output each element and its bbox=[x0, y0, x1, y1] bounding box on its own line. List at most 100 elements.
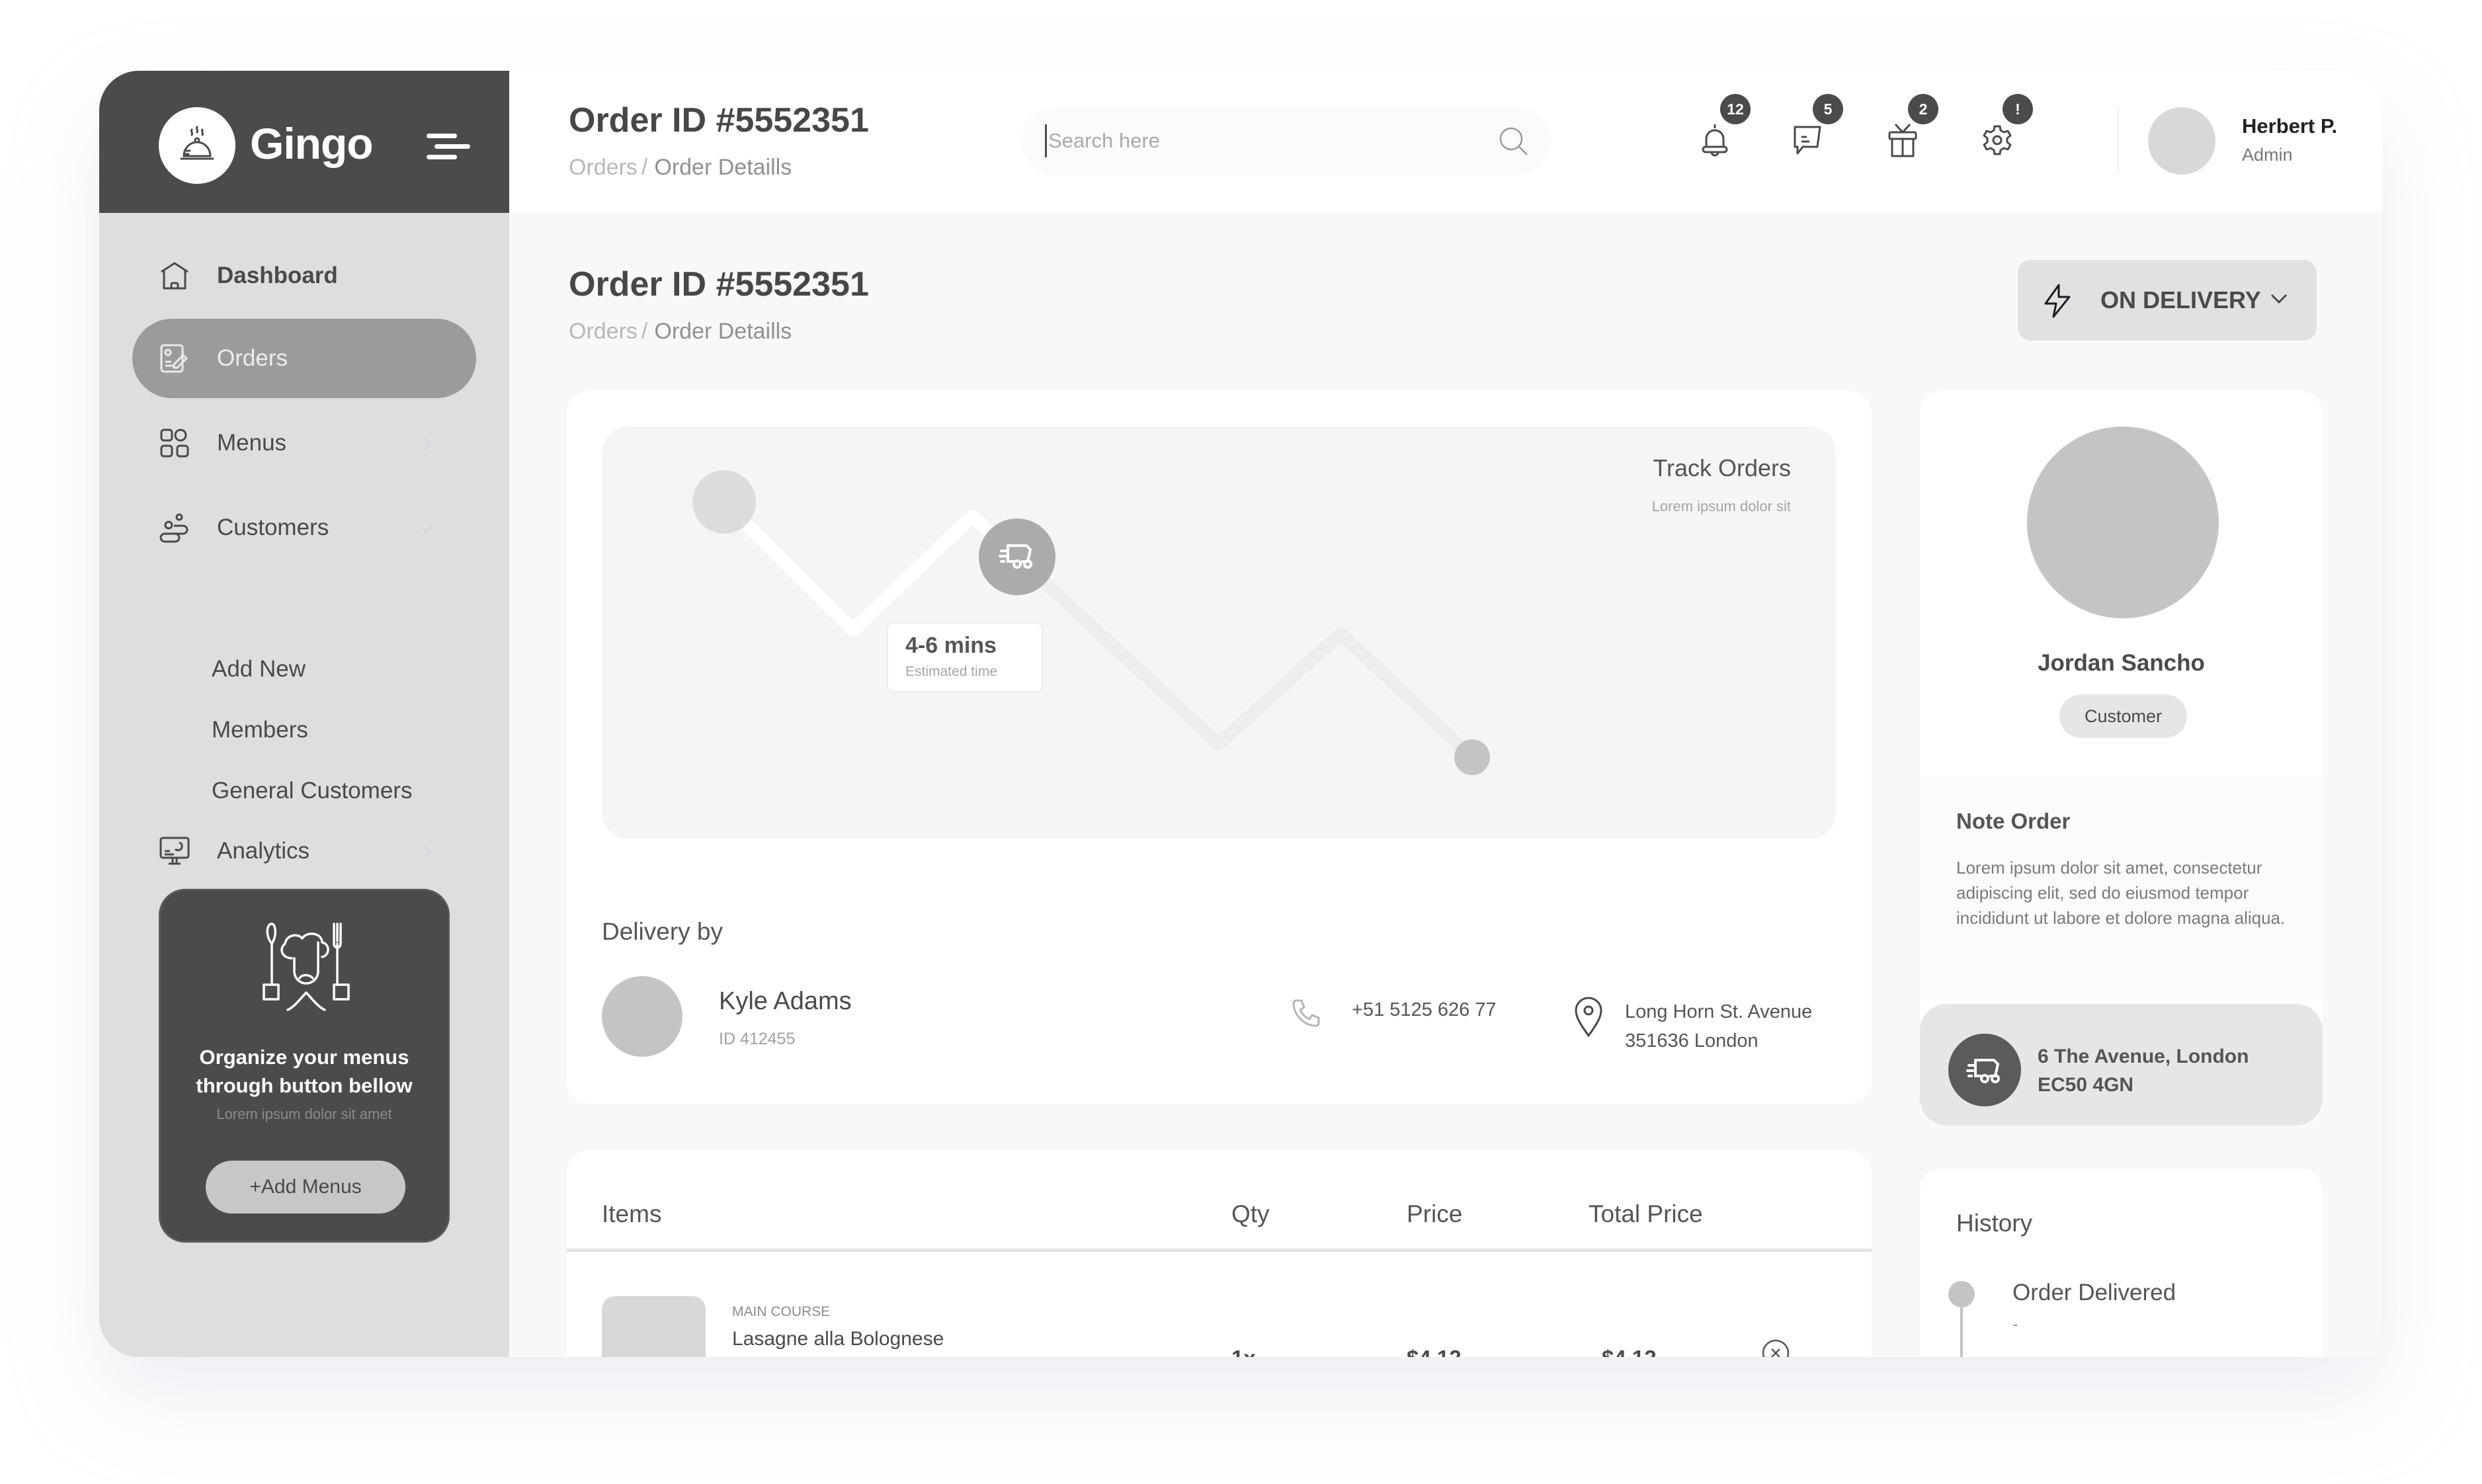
order-items-table: Items Qty Price Total Price MAIN COURSE … bbox=[567, 1151, 1872, 1357]
history-card: History Order Delivered - bbox=[1920, 1169, 2323, 1357]
delivery-truck-icon bbox=[1948, 1034, 2021, 1106]
driver-name: Kyle Adams bbox=[719, 987, 852, 1015]
settings-badge: ! bbox=[2003, 94, 2033, 124]
eta-tooltip: 4-6 mins Estimated time bbox=[887, 622, 1043, 692]
bell-icon bbox=[1702, 124, 1728, 157]
promo-title: Organize your menus through button bello… bbox=[161, 1043, 448, 1100]
header-title: Order ID #5552351 bbox=[569, 101, 869, 140]
header-divider bbox=[2118, 107, 2119, 173]
promo-subtitle: Lorem ipsum dolor sit amet bbox=[216, 1106, 392, 1122]
driver-phone[interactable]: +51 5125 626 77 bbox=[1352, 999, 1497, 1021]
phone-icon[interactable] bbox=[1291, 998, 1324, 1031]
promo-title-line1: Organize your menus bbox=[199, 1046, 409, 1069]
history-title: History bbox=[1956, 1210, 2033, 1237]
search-box bbox=[1022, 107, 1551, 175]
courier-marker[interactable] bbox=[979, 518, 1055, 595]
customer-address-line1: 6 The Avenue, London bbox=[2038, 1046, 2249, 1067]
sidebar-subitem-members[interactable]: Members bbox=[212, 717, 308, 743]
chevron-right-icon bbox=[423, 436, 431, 450]
promo-title-line2: through button bellow bbox=[196, 1074, 413, 1097]
route-remaining bbox=[1011, 550, 1479, 764]
user-avatar[interactable] bbox=[2148, 107, 2215, 175]
col-header-qty: Qty bbox=[1231, 1200, 1270, 1227]
item-category: MAIN COURSE bbox=[732, 1304, 831, 1319]
user-role: Admin bbox=[2242, 145, 2293, 165]
chef-icon bbox=[263, 923, 350, 1011]
notification-badge: 12 bbox=[1720, 94, 1751, 124]
customer-card: Jordan Sancho Customer Note Order Lorem … bbox=[1920, 391, 2323, 1126]
settings-button[interactable]: ! bbox=[1977, 94, 2033, 160]
sidebar-item-label: Dashboard bbox=[217, 263, 338, 288]
bell-button[interactable]: 12 bbox=[1695, 94, 1751, 160]
gift-badge: 2 bbox=[1908, 94, 1938, 124]
item-thumbnail bbox=[602, 1296, 706, 1357]
breadcrumb-current: Order Detaills bbox=[654, 155, 792, 180]
sidebar-subitem-general-customers[interactable]: General Customers bbox=[212, 778, 412, 804]
order-edit-icon bbox=[159, 343, 190, 374]
breadcrumb-orders[interactable]: Orders bbox=[569, 155, 638, 180]
sidebar-item-orders[interactable]: Orders bbox=[132, 319, 476, 398]
col-header-items: Items bbox=[602, 1200, 662, 1227]
breadcrumb-current: Order Detaills bbox=[654, 319, 792, 344]
customer-address-line2: EC50 4GN bbox=[2038, 1074, 2134, 1096]
driver-address-line2: 351636 London bbox=[1625, 1030, 1758, 1051]
remove-item-icon[interactable] bbox=[1760, 1338, 1791, 1357]
add-menus-button[interactable]: +Add Menus bbox=[206, 1161, 405, 1214]
gift-button[interactable]: 2 bbox=[1883, 94, 1938, 160]
driver-avatar[interactable] bbox=[602, 976, 683, 1057]
sidebar-subitem-add-new[interactable]: Add New bbox=[212, 656, 306, 682]
note-order: Note Order Lorem ipsum dolor sit amet, c… bbox=[1920, 776, 2323, 1001]
driver-address: Long Horn St. Avenue 351636 London bbox=[1625, 997, 1812, 1055]
sidebar-item-label: Menus bbox=[217, 430, 287, 456]
chat-button[interactable]: 5 bbox=[1788, 94, 1843, 160]
customer-avatar[interactable] bbox=[2027, 427, 2219, 618]
note-order-title: Note Order bbox=[1956, 809, 2071, 833]
breadcrumb-separator: / bbox=[641, 319, 648, 344]
search-icon[interactable] bbox=[1497, 124, 1531, 159]
sidebar-item-menus[interactable]: Menus bbox=[132, 403, 476, 483]
history-event: Order Delivered bbox=[2012, 1280, 2176, 1305]
gear-icon bbox=[1983, 125, 2012, 155]
page-breadcrumb: Orders / Order Detaills bbox=[569, 319, 792, 345]
eta-value: 4-6 mins bbox=[905, 633, 997, 658]
chevron-down-icon bbox=[419, 524, 433, 533]
breadcrumb-orders[interactable]: Orders bbox=[569, 319, 638, 344]
breadcrumb-separator: / bbox=[641, 155, 648, 180]
sidebar-item-analytics[interactable]: Analytics bbox=[132, 811, 476, 891]
sidebar-item-label: Orders bbox=[217, 345, 288, 371]
order-status-dropdown[interactable]: ON DELIVERY bbox=[2018, 260, 2317, 341]
eta-label: Estimated time bbox=[905, 664, 997, 679]
sidebar-item-dashboard[interactable]: Dashboard bbox=[132, 236, 476, 315]
message-badge: 5 bbox=[1813, 94, 1843, 124]
note-order-text: Lorem ipsum dolor sit amet, consectetur … bbox=[1956, 858, 2286, 928]
tracking-card: Track Orders Lorem ipsum dolor sit 4-6 m… bbox=[567, 391, 1872, 1104]
sidebar-item-customers[interactable]: Customers bbox=[132, 488, 476, 567]
track-orders-title: Track Orders bbox=[1653, 454, 1791, 481]
route-end-point bbox=[1454, 739, 1490, 775]
hamburger-icon[interactable] bbox=[427, 134, 470, 160]
table-divider bbox=[567, 1249, 1872, 1252]
timeline-line bbox=[1960, 1307, 1963, 1357]
header-breadcrumb: Orders / Order Detaills bbox=[569, 155, 792, 181]
user-name: Herbert P. bbox=[2242, 114, 2338, 138]
item-total: $4.12 bbox=[1602, 1346, 1657, 1357]
timeline-dot bbox=[1948, 1281, 1975, 1307]
promo-card: Organize your menus through button bello… bbox=[159, 889, 450, 1243]
customer-name: Jordan Sancho bbox=[2038, 650, 2205, 676]
track-route bbox=[692, 470, 1490, 775]
chat-icon bbox=[1794, 126, 1821, 155]
users-icon bbox=[159, 512, 190, 544]
cloche-icon[interactable] bbox=[159, 107, 235, 184]
delivery-address-box: 6 The Avenue, London EC50 4GN bbox=[1920, 1004, 2323, 1126]
customer-address: 6 The Avenue, London EC50 4GN bbox=[2038, 1042, 2249, 1099]
delivery-by-title: Delivery by bbox=[602, 918, 723, 945]
gift-icon bbox=[1888, 123, 1917, 157]
order-status-label: ON DELIVERY bbox=[2100, 286, 2261, 313]
item-price: $4.12 bbox=[1407, 1346, 1462, 1357]
item-name: Lasagne alla Bolognese bbox=[732, 1328, 944, 1350]
col-header-total: Total Price bbox=[1589, 1200, 1703, 1227]
item-qty: 1x bbox=[1231, 1346, 1256, 1357]
chevron-right-icon bbox=[423, 844, 431, 858]
track-orders-subtitle: Lorem ipsum dolor sit bbox=[1651, 498, 1791, 515]
search-input[interactable] bbox=[1045, 124, 1468, 157]
